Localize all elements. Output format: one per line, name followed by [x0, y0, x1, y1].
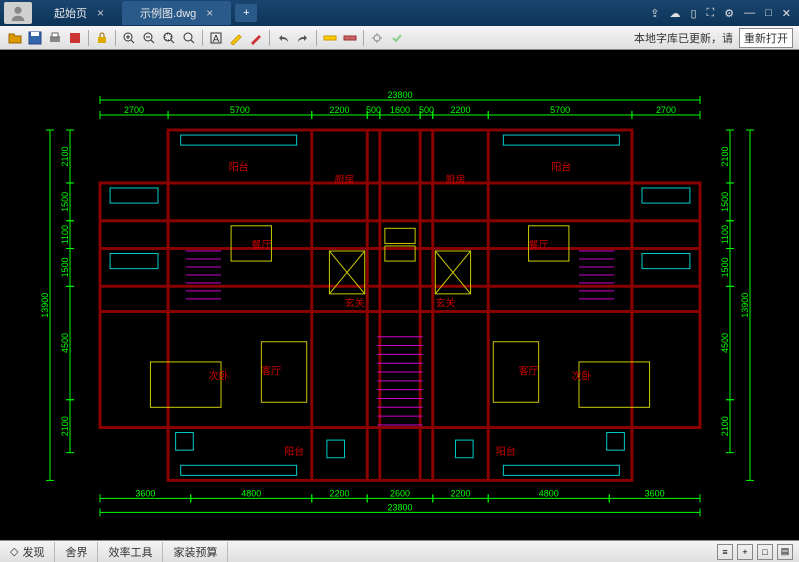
svg-text:2200: 2200 — [329, 488, 349, 498]
highlight-icon[interactable] — [247, 29, 265, 47]
svg-text:3600: 3600 — [645, 488, 665, 498]
toolbar: A 本地字库已更新，请 重新打开 — [0, 26, 799, 50]
export-icon[interactable] — [66, 29, 84, 47]
svg-text:2700: 2700 — [656, 105, 676, 115]
undo-icon[interactable] — [274, 29, 292, 47]
svg-text:客厅: 客厅 — [261, 365, 281, 378]
svg-text:4500: 4500 — [60, 333, 70, 353]
svg-text:A: A — [213, 34, 220, 45]
gear-icon[interactable] — [368, 29, 386, 47]
svg-text:500: 500 — [366, 105, 381, 115]
pencil-icon[interactable] — [227, 29, 245, 47]
zoom-icon[interactable] — [180, 29, 198, 47]
status-btn-3[interactable]: □ — [757, 544, 773, 560]
svg-text:4800: 4800 — [241, 488, 261, 498]
svg-text:1500: 1500 — [60, 257, 70, 277]
lock-icon[interactable] — [93, 29, 111, 47]
status-btn-4[interactable]: ▤ — [777, 544, 793, 560]
svg-text:13900: 13900 — [40, 293, 50, 318]
close-icon[interactable]: × — [206, 6, 213, 20]
svg-text:2200: 2200 — [450, 105, 470, 115]
fullscreen-icon[interactable]: ⛶ — [707, 7, 715, 20]
svg-text:5700: 5700 — [550, 105, 570, 115]
svg-text:玄关: 玄关 — [345, 296, 365, 309]
svg-text:2100: 2100 — [60, 416, 70, 436]
reopen-button[interactable]: 重新打开 — [739, 28, 793, 48]
svg-text:1500: 1500 — [720, 257, 730, 277]
settings-icon[interactable]: ⚙ — [724, 7, 734, 20]
status-btn-2[interactable]: + — [737, 544, 753, 560]
measure2-icon[interactable] — [341, 29, 359, 47]
tab-start[interactable]: 起始页× — [36, 1, 122, 25]
close-icon[interactable]: × — [97, 6, 104, 20]
tab-drawing[interactable]: 示例图.dwg× — [122, 1, 231, 25]
font-update-msg: 本地字库已更新，请 — [634, 30, 733, 46]
svg-text:2100: 2100 — [60, 146, 70, 166]
svg-text:2200: 2200 — [329, 105, 349, 115]
svg-text:23800: 23800 — [387, 502, 412, 512]
svg-text:23800: 23800 — [387, 90, 412, 100]
svg-text:4500: 4500 — [720, 333, 730, 353]
svg-text:客厅: 客厅 — [519, 365, 539, 378]
status-tab-shejie[interactable]: 舍界 — [55, 542, 98, 562]
new-tab-button[interactable]: + — [235, 4, 257, 22]
open-icon[interactable] — [6, 29, 24, 47]
svg-text:阳台: 阳台 — [496, 445, 516, 458]
status-btn-1[interactable]: ≡ — [717, 544, 733, 560]
close-button[interactable]: ✕ — [782, 7, 791, 20]
svg-text:13900: 13900 — [740, 293, 750, 318]
svg-text:2700: 2700 — [124, 105, 144, 115]
measure-icon[interactable] — [321, 29, 339, 47]
text-icon[interactable]: A — [207, 29, 225, 47]
zoom-window-icon[interactable] — [160, 29, 178, 47]
svg-text:5700: 5700 — [230, 105, 250, 115]
zoom-in-icon[interactable] — [120, 29, 138, 47]
wechat-icon[interactable]: ☁ — [669, 7, 680, 20]
save-icon[interactable] — [26, 29, 44, 47]
svg-text:500: 500 — [419, 105, 434, 115]
svg-text:4800: 4800 — [539, 488, 559, 498]
svg-text:厨房: 厨房 — [445, 173, 465, 186]
svg-text:1500: 1500 — [720, 192, 730, 212]
drawing-canvas[interactable]: 23800 2700 5700 2200 500 1600 500 2200 5700 2700 2… — [0, 50, 799, 540]
svg-text:2100: 2100 — [720, 146, 730, 166]
svg-text:2600: 2600 — [390, 488, 410, 498]
svg-text:2100: 2100 — [720, 416, 730, 436]
status-tab-discover[interactable]: 发现 — [0, 542, 55, 562]
svg-text:2200: 2200 — [450, 488, 470, 498]
status-tab-budget[interactable]: 家装预算 — [163, 542, 228, 562]
share-icon[interactable]: ⇪ — [650, 7, 659, 20]
svg-text:阳台: 阳台 — [284, 445, 304, 458]
svg-text:次卧: 次卧 — [572, 370, 592, 383]
svg-text:1600: 1600 — [390, 105, 410, 115]
check-icon[interactable] — [388, 29, 406, 47]
redo-icon[interactable] — [294, 29, 312, 47]
minimize-button[interactable]: — — [744, 7, 755, 19]
svg-text:阳台: 阳台 — [551, 160, 571, 173]
svg-text:1100: 1100 — [60, 225, 70, 244]
svg-text:厨房: 厨房 — [335, 173, 355, 186]
svg-text:1100: 1100 — [720, 225, 730, 244]
svg-text:阳台: 阳台 — [229, 160, 249, 173]
maximize-button[interactable]: □ — [765, 7, 772, 19]
status-tab-tools[interactable]: 效率工具 — [98, 542, 163, 562]
mobile-icon[interactable]: ▯ — [690, 7, 696, 20]
zoom-out-icon[interactable] — [140, 29, 158, 47]
svg-text:1500: 1500 — [60, 192, 70, 212]
svg-text:玄关: 玄关 — [435, 296, 455, 309]
svg-text:次卧: 次卧 — [208, 370, 228, 383]
svg-text:餐厅: 餐厅 — [251, 238, 271, 251]
user-avatar[interactable] — [4, 2, 32, 24]
svg-text:餐厅: 餐厅 — [529, 238, 549, 251]
print-icon[interactable] — [46, 29, 64, 47]
svg-text:3600: 3600 — [135, 488, 155, 498]
